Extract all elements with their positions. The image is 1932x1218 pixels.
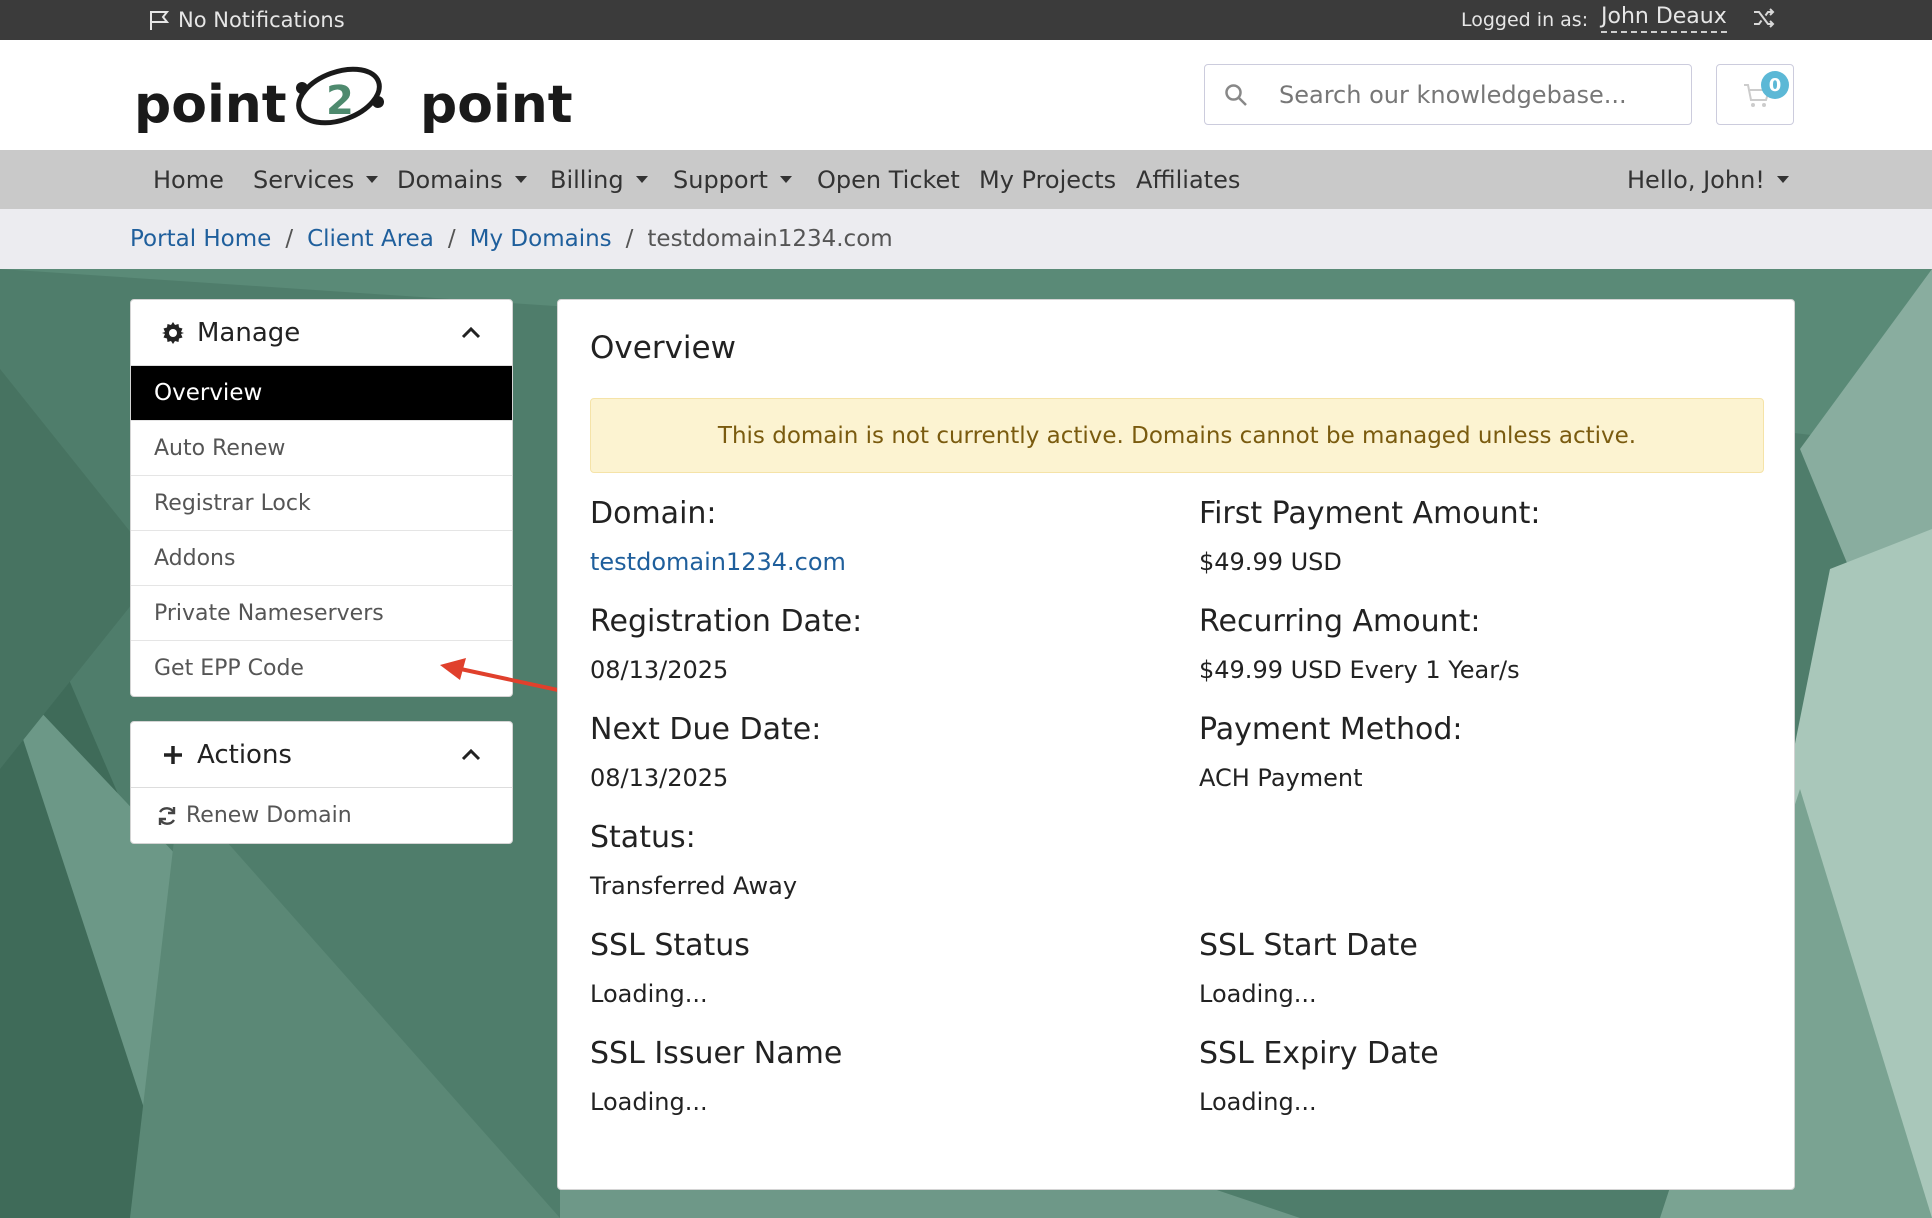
svg-text:2: 2	[326, 78, 354, 124]
ssl-status-value: Loading...	[590, 980, 708, 1008]
gear-icon	[162, 321, 184, 344]
payment-method-value: ACH Payment	[1199, 764, 1363, 792]
plus-icon	[164, 745, 182, 764]
header: point 2 point 0	[0, 40, 1932, 150]
nav-my-projects[interactable]: My Projects	[979, 150, 1116, 209]
breadcrumb: Portal Home / Client Area / My Domains /…	[0, 209, 1932, 269]
breadcrumb-portal-home[interactable]: Portal Home	[130, 226, 271, 252]
recurring-amount-label: Recurring Amount:	[1199, 604, 1481, 639]
domain-label: Domain:	[590, 496, 717, 531]
nav-open-ticket[interactable]: Open Ticket	[817, 150, 960, 209]
sidebar-item-label: Auto Renew	[154, 435, 286, 461]
refresh-icon	[158, 806, 176, 825]
sidebar-item-auto-renew[interactable]: Auto Renew	[131, 421, 512, 476]
action-label: Renew Domain	[186, 803, 352, 828]
nav-support-label: Support	[673, 165, 768, 194]
sidebar-item-addons[interactable]: Addons	[131, 531, 512, 586]
caret-down-icon	[366, 176, 379, 183]
chevron-up-icon[interactable]	[460, 322, 482, 344]
breadcrumb-separator: /	[625, 226, 634, 252]
nav-domains[interactable]: Domains	[397, 150, 527, 209]
point2point-logo[interactable]: point 2 point	[134, 60, 574, 140]
search-input[interactable]	[1277, 79, 1677, 110]
sidebar-item-overview[interactable]: Overview	[131, 366, 512, 421]
status-value: Transferred Away	[590, 872, 798, 900]
recurring-amount-value: $49.99 USD Every 1 Year/s	[1199, 656, 1520, 684]
inactive-domain-alert: This domain is not currently active. Dom…	[590, 398, 1764, 473]
manage-title: Manage	[197, 317, 301, 348]
ssl-status-label: SSL Status	[590, 928, 750, 963]
caret-down-icon	[1776, 176, 1789, 183]
sidebar-item-label: Overview	[154, 380, 263, 406]
manage-panel: Manage Overview Auto Renew Registrar Loc…	[130, 299, 513, 697]
overview-card: Overview This domain is not currently ac…	[557, 299, 1795, 1190]
nav-support[interactable]: Support	[673, 150, 792, 209]
ssl-expiry-date-value: Loading...	[1199, 1088, 1317, 1116]
breadcrumb-my-domains[interactable]: My Domains	[470, 226, 612, 252]
sidebar-item-label: Private Nameservers	[154, 600, 384, 626]
ssl-issuer-name-value: Loading...	[590, 1088, 708, 1116]
user-menu[interactable]: Hello, John!	[1627, 150, 1789, 209]
sidebar-item-label: Registrar Lock	[154, 490, 311, 516]
domain-value-link[interactable]: testdomain1234.com	[590, 548, 846, 576]
cart-button[interactable]: 0	[1716, 64, 1794, 125]
nav-domains-label: Domains	[397, 165, 503, 194]
first-payment-label: First Payment Amount:	[1199, 496, 1541, 531]
main-nav: Home Services Domains Billing Support Op…	[0, 150, 1932, 209]
manage-panel-header[interactable]: Manage	[131, 300, 512, 366]
nav-services-label: Services	[253, 165, 355, 194]
notifications-label: No Notifications	[178, 8, 345, 32]
breadcrumb-current: testdomain1234.com	[647, 226, 893, 252]
caret-down-icon	[635, 176, 648, 183]
action-renew-domain[interactable]: Renew Domain	[131, 788, 512, 843]
next-due-date-value: 08/13/2025	[590, 764, 729, 792]
knowledgebase-search[interactable]	[1204, 64, 1692, 125]
nav-affiliates-label: Affiliates	[1136, 165, 1241, 194]
actions-title: Actions	[197, 739, 292, 770]
flag-icon	[150, 11, 170, 30]
sidebar-item-label: Get EPP Code	[154, 656, 304, 681]
ssl-start-date-value: Loading...	[1199, 980, 1317, 1008]
nav-affiliates[interactable]: Affiliates	[1136, 150, 1240, 209]
actions-panel: Actions Renew Domain	[130, 721, 513, 844]
actions-panel-header[interactable]: Actions	[131, 722, 512, 788]
first-payment-value: $49.99 USD	[1199, 548, 1342, 576]
shuffle-icon[interactable]	[1752, 6, 1776, 30]
registration-date-label: Registration Date:	[590, 604, 863, 639]
caret-down-icon	[779, 176, 792, 183]
breadcrumb-client-area[interactable]: Client Area	[307, 226, 434, 252]
breadcrumb-separator: /	[447, 226, 456, 252]
page-title: Overview	[590, 330, 736, 366]
svg-text:point: point	[134, 75, 287, 135]
caret-down-icon	[514, 176, 527, 183]
logged-in-label: Logged in as:	[1461, 9, 1589, 31]
status-label: Status:	[590, 820, 696, 855]
nav-home-label: Home	[153, 165, 224, 194]
payment-method-label: Payment Method:	[1199, 712, 1463, 747]
sidebar-item-label: Addons	[154, 545, 236, 571]
next-due-date-label: Next Due Date:	[590, 712, 822, 747]
breadcrumb-separator: /	[285, 226, 294, 252]
nav-billing-label: Billing	[550, 165, 624, 194]
search-icon	[1225, 83, 1247, 106]
notifications-link[interactable]: No Notifications	[148, 0, 345, 40]
user-greeting: Hello, John!	[1627, 165, 1765, 194]
svg-text:point: point	[420, 75, 573, 135]
registration-date-value: 08/13/2025	[590, 656, 729, 684]
cart-count-badge: 0	[1761, 71, 1789, 99]
sidebar-item-registrar-lock[interactable]: Registrar Lock	[131, 476, 512, 531]
nav-services[interactable]: Services	[253, 150, 379, 209]
top-bar: No Notifications Logged in as: John Deau…	[0, 0, 1932, 40]
sidebar-item-private-nameservers[interactable]: Private Nameservers	[131, 586, 512, 641]
nav-home[interactable]: Home	[153, 150, 224, 209]
ssl-start-date-label: SSL Start Date	[1199, 928, 1418, 963]
user-name-link[interactable]: John Deaux	[1601, 3, 1727, 33]
nav-open-ticket-label: Open Ticket	[817, 165, 960, 194]
nav-billing[interactable]: Billing	[550, 150, 648, 209]
chevron-up-icon[interactable]	[460, 744, 482, 766]
nav-my-projects-label: My Projects	[979, 165, 1117, 194]
ssl-expiry-date-label: SSL Expiry Date	[1199, 1036, 1439, 1071]
ssl-issuer-name-label: SSL Issuer Name	[590, 1036, 843, 1071]
